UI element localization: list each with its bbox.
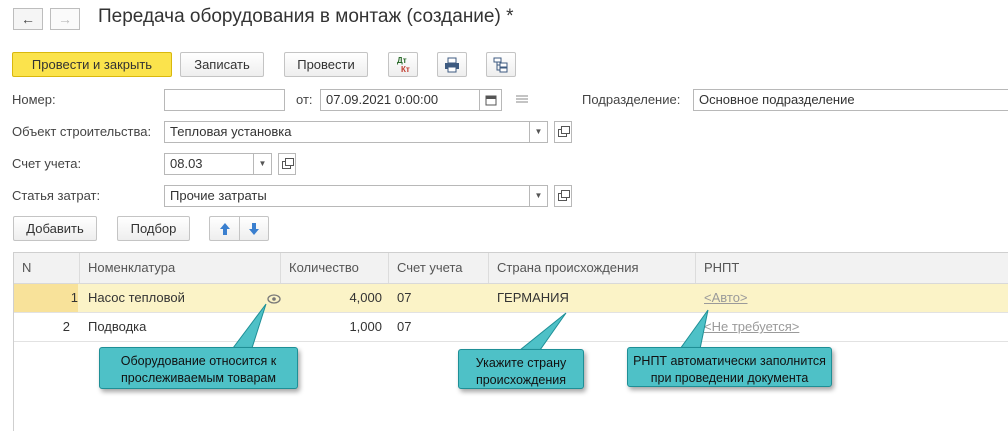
col-country[interactable]: Страна происхождения bbox=[489, 253, 696, 283]
object-dropdown-button[interactable]: ▼ bbox=[530, 121, 548, 143]
account-field[interactable]: 08.03 bbox=[164, 153, 254, 175]
callout-rnpt-line2: при проведении документа bbox=[650, 371, 809, 385]
object-open-button[interactable] bbox=[554, 121, 572, 143]
number-label: Номер: bbox=[12, 92, 56, 107]
tracked-goods-icon bbox=[267, 294, 281, 304]
col-n[interactable]: N bbox=[14, 253, 80, 283]
print-button[interactable] bbox=[437, 52, 467, 77]
move-up-button[interactable] bbox=[209, 216, 239, 241]
cell-n: 1 bbox=[14, 284, 78, 312]
col-account[interactable]: Счет учета bbox=[389, 253, 489, 283]
cell-rnpt[interactable]: <Не требуется> bbox=[704, 313, 799, 341]
object-label: Объект строительства: bbox=[12, 124, 152, 139]
table-row[interactable]: 1 Насос тепловой 4,000 07 ГЕРМАНИЯ <Авто… bbox=[14, 284, 1008, 313]
account-dropdown-button[interactable]: ▼ bbox=[254, 153, 272, 175]
items-table: N Номенклатура Количество Счет учета Стр… bbox=[13, 252, 1008, 431]
cell-account: 07 bbox=[397, 319, 412, 334]
table-row[interactable]: 2 Подводка 1,000 07 <Не требуется> bbox=[14, 313, 1008, 342]
move-down-button[interactable] bbox=[239, 216, 269, 241]
callout-tracked-line2: прослеживаемым товарам bbox=[121, 371, 276, 385]
cell-country: ГЕРМАНИЯ bbox=[497, 290, 569, 305]
col-qty[interactable]: Количество bbox=[281, 253, 389, 283]
subdivision-label: Подразделение: bbox=[582, 92, 681, 107]
post-and-close-button[interactable]: Провести и закрыть bbox=[12, 52, 172, 77]
arrow-up-icon bbox=[219, 223, 230, 235]
cell-n: 2 bbox=[62, 319, 70, 334]
back-button[interactable]: ← bbox=[13, 8, 43, 30]
dt-kt-button[interactable]: Дт Кт bbox=[388, 52, 418, 77]
structure-button[interactable] bbox=[486, 52, 516, 77]
table-header: N Номенклатура Количество Счет учета Стр… bbox=[14, 253, 1008, 284]
date-field[interactable]: 07.09.2021 0:00:00 bbox=[320, 89, 480, 111]
callout-country: Укажите страну происхождения bbox=[458, 349, 584, 389]
structure-icon bbox=[493, 57, 508, 73]
cost-label: Статья затрат: bbox=[12, 188, 101, 203]
callout-tracked-goods: Оборудование относится к прослеживаемым … bbox=[99, 347, 298, 389]
callout-rnpt-line1: РНПТ автоматически заполнится bbox=[633, 354, 826, 368]
cell-account: 07 bbox=[397, 290, 412, 305]
dt-kt-icon: Дт Кт bbox=[397, 56, 410, 74]
cell-rnpt[interactable]: <Авто> bbox=[704, 284, 748, 312]
cell-item: Подводка bbox=[88, 319, 147, 334]
cell-qty: 1,000 bbox=[349, 319, 382, 334]
dt-label: Дт bbox=[397, 56, 407, 65]
page-title: Передача оборудования в монтаж (создание… bbox=[98, 6, 514, 27]
date-label: от: bbox=[296, 92, 313, 107]
cell-qty: 4,000 bbox=[349, 290, 382, 305]
cost-dropdown-button[interactable]: ▼ bbox=[530, 185, 548, 207]
calendar-icon bbox=[485, 95, 496, 106]
account-open-button[interactable] bbox=[278, 153, 296, 175]
calendar-button[interactable] bbox=[480, 89, 502, 111]
callout-country-line2: происхождения bbox=[475, 373, 567, 387]
object-field[interactable]: Тепловая установка bbox=[164, 121, 530, 143]
save-button[interactable]: Записать bbox=[180, 52, 264, 77]
forward-button[interactable]: → bbox=[50, 8, 80, 30]
add-button[interactable]: Добавить bbox=[13, 216, 97, 241]
kt-label: Кт bbox=[401, 65, 410, 74]
col-item[interactable]: Номенклатура bbox=[80, 253, 281, 283]
subdivision-field[interactable]: Основное подразделение bbox=[693, 89, 1008, 111]
number-field[interactable] bbox=[164, 89, 285, 111]
callout-rnpt: РНПТ автоматически заполнится при провед… bbox=[627, 347, 832, 387]
post-button[interactable]: Провести bbox=[284, 52, 368, 77]
comment-icon[interactable] bbox=[515, 95, 529, 105]
cost-open-button[interactable] bbox=[554, 185, 572, 207]
pick-button[interactable]: Подбор bbox=[117, 216, 190, 241]
callout-tracked-line1: Оборудование относится к bbox=[120, 354, 277, 368]
col-rnpt[interactable]: РНПТ bbox=[696, 253, 1008, 283]
cost-field[interactable]: Прочие затраты bbox=[164, 185, 530, 207]
arrow-down-icon bbox=[249, 223, 259, 235]
cell-item: Насос тепловой bbox=[88, 290, 185, 305]
account-label: Счет учета: bbox=[12, 156, 82, 171]
callout-country-line1: Укажите страну bbox=[475, 356, 567, 370]
print-icon bbox=[445, 57, 459, 73]
